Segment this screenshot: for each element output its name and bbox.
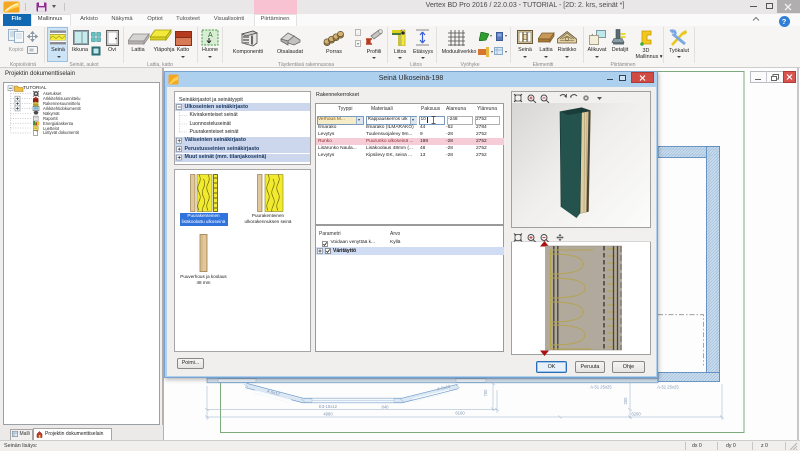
svg-text:700: 700 (483, 389, 488, 397)
svg-text:250: 250 (623, 397, 628, 405)
svg-text:840: 840 (382, 405, 390, 410)
svg-text:E3-15x12: E3-15x12 (319, 404, 338, 409)
svg-text:6200: 6200 (631, 412, 641, 417)
svg-text:6160: 6160 (455, 411, 465, 416)
svg-text:4980: 4980 (323, 412, 333, 417)
svg-text:A-51 25x25: A-51 25x25 (657, 385, 679, 390)
svg-text:A-51 25x25: A-51 25x25 (590, 385, 612, 390)
